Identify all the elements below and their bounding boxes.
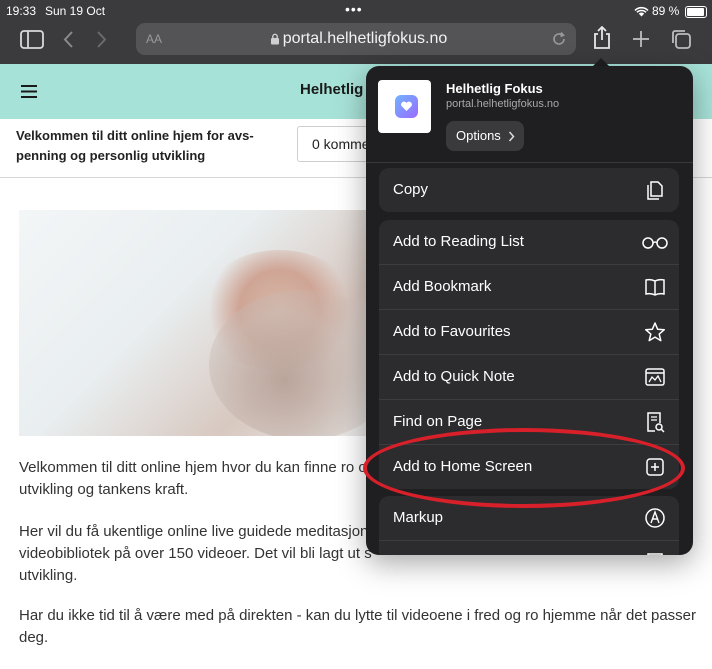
options-label: Options <box>456 128 501 143</box>
header-divider <box>366 162 693 163</box>
share-icon[interactable] <box>592 25 612 50</box>
chevron-right-icon <box>508 131 515 142</box>
plus-square-icon <box>646 458 664 476</box>
find-doc-icon <box>647 412 665 433</box>
add-to-favourites-action[interactable]: Add to Favourites <box>379 310 679 355</box>
next-action-partial[interactable] <box>379 541 679 555</box>
book-icon <box>645 278 665 296</box>
action-label: Find on Page <box>393 413 483 430</box>
share-sheet-header: Helhetlig Fokus portal.helhetligfokus.no… <box>366 66 693 162</box>
back-chevron-icon[interactable] <box>62 30 74 49</box>
find-on-page-action[interactable]: Find on Page <box>379 400 679 445</box>
action-label: Add to Reading List <box>393 233 524 250</box>
add-to-quick-note-action[interactable]: Add to Quick Note <box>379 355 679 400</box>
multitask-dots-icon[interactable]: ••• <box>345 1 363 17</box>
welcome-heading: Velkommen til ditt online hjem for avs-p… <box>16 128 254 163</box>
forward-chevron-icon[interactable] <box>96 30 108 49</box>
url-text: portal.helhetligfokus.no <box>282 30 448 47</box>
tabs-overview-icon[interactable] <box>670 28 692 50</box>
action-label: Add to Home Screen <box>393 458 533 475</box>
new-tab-plus-icon[interactable] <box>632 30 650 48</box>
copy-action[interactable]: Copy <box>379 168 679 212</box>
wifi-icon <box>634 6 649 17</box>
markup-action[interactable]: Markup <box>379 496 679 541</box>
body-paragraph-line: utvikling. <box>19 567 78 584</box>
hero-image-meditation <box>19 210 399 436</box>
markup-label: Markup <box>393 509 444 526</box>
hamburger-menu-icon[interactable] <box>21 85 37 98</box>
action-label: Add Bookmark <box>393 278 492 295</box>
print-icon <box>647 553 663 555</box>
copy-icon <box>647 181 663 200</box>
sidebar-icon[interactable] <box>20 30 44 49</box>
action-label: Add to Favourites <box>393 323 511 340</box>
body-paragraph-line: deg. <box>19 629 49 646</box>
quick-note-icon <box>645 368 665 386</box>
address-bar[interactable]: AA portal.helhetligfokus.no <box>136 23 576 55</box>
add-to-reading-list-action[interactable]: Add to Reading List <box>379 220 679 265</box>
body-paragraph-line: Har du ikke tid til å være med på direkt… <box>19 607 696 624</box>
options-button[interactable]: Options <box>446 121 524 151</box>
markup-pen-icon <box>645 508 665 528</box>
site-logo-icon <box>395 95 418 118</box>
battery-icon <box>685 6 707 18</box>
add-bookmark-action[interactable]: Add Bookmark <box>379 265 679 310</box>
copy-group: Copy <box>379 168 679 212</box>
site-url: portal.helhetligfokus.no <box>446 98 560 110</box>
markup-group: Markup <box>379 496 679 555</box>
copy-label: Copy <box>393 181 429 198</box>
site-name: Helhetlig Fokus <box>446 81 543 96</box>
share-sheet: Helhetlig Fokus portal.helhetligfokus.no… <box>366 66 693 555</box>
battery-percentage: 89 % <box>652 4 680 18</box>
add-to-home-screen-action[interactable]: Add to Home Screen <box>379 445 679 489</box>
star-icon <box>644 322 666 342</box>
status-time: 19:33 <box>6 4 37 18</box>
site-title: Helhetlig <box>300 81 364 98</box>
status-date: Sun 19 Oct <box>45 4 106 18</box>
reload-icon[interactable] <box>551 31 567 47</box>
actions-group: Add to Reading List Add Bookmark Add to … <box>379 220 679 489</box>
glasses-icon <box>642 237 668 249</box>
comments-label: 0 komme <box>312 136 370 152</box>
action-label: Add to Quick Note <box>393 368 515 385</box>
